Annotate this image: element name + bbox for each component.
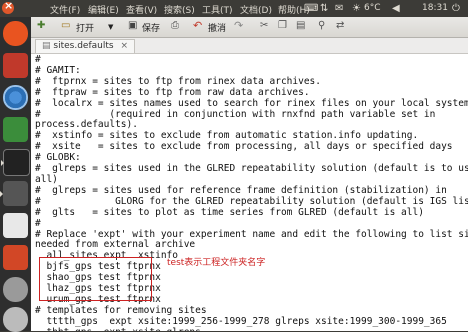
disc-icon[interactable] xyxy=(3,307,28,332)
replace-icon[interactable]: ⇄ xyxy=(336,20,344,31)
top-menu-bar: 文件(F) 编辑(E) 查看(V) 搜索(S) 工具(T) 文档(D) 帮助(H… xyxy=(0,0,468,17)
mail-icon[interactable]: ✉ xyxy=(335,3,343,14)
terminal-icon[interactable] xyxy=(1,149,30,176)
paste-icon[interactable]: ▤ xyxy=(296,20,305,31)
network-icon[interactable]: ⇅ xyxy=(320,3,328,14)
launcher xyxy=(0,17,31,332)
document-tab-bar: ▤ sites.defaults × xyxy=(31,38,468,54)
code-line[interactable]: thht_gps expt xsite glreps xyxy=(35,327,463,331)
files-icon[interactable] xyxy=(3,53,28,78)
volume-icon[interactable]: ◀ xyxy=(392,3,400,14)
weather-icon[interactable]: ☀ xyxy=(352,3,361,14)
code-line[interactable]: # xsite = sites to exclude from processi… xyxy=(35,141,463,153)
text-editor-area[interactable]: # # GAMIT: # ftprnx = sites to ftp from ri… xyxy=(31,54,468,331)
new-file-icon[interactable]: ✚ xyxy=(37,20,45,31)
settings-icon[interactable] xyxy=(3,277,28,302)
highlight-box xyxy=(39,257,152,301)
annotation-note: test表示工程文件夹名字 xyxy=(167,258,266,268)
keyboard-icon[interactable]: ⌨ xyxy=(304,3,318,14)
open-icon[interactable]: ▭ xyxy=(61,20,70,31)
code-line[interactable]: # glreps = sites used in the GLRED repea… xyxy=(35,163,468,175)
redo-icon[interactable]: ↷ xyxy=(234,19,243,32)
toolbar: ✚ ▭ 打开 ▼ ▣ 保存 ⎙ ↶ 撤消 ↷ ✂ ❐ ▤ ⚲ ⇄ xyxy=(31,17,468,38)
code-line[interactable]: # xyxy=(35,218,463,230)
open-dropdown-icon[interactable]: ▼ xyxy=(108,23,113,31)
weather-temperature[interactable]: 6°C xyxy=(364,3,381,13)
save-icon[interactable]: ▣ xyxy=(128,20,137,31)
copy-icon[interactable]: ❐ xyxy=(278,20,287,31)
ubuntu-dash-icon[interactable] xyxy=(3,21,28,46)
menu-view[interactable]: 查看(V) xyxy=(126,3,157,16)
app-icon[interactable] xyxy=(3,117,28,142)
open-button[interactable]: 打开 xyxy=(76,21,94,34)
clock[interactable]: 18:31 xyxy=(422,3,448,13)
browser-icon[interactable] xyxy=(3,85,28,110)
code-line[interactable]: # localrx = sites names used to search f… xyxy=(35,98,468,110)
code-line[interactable]: # ftpraw = sites to ftp from raw data ar… xyxy=(35,87,463,99)
menu-edit[interactable]: 编辑(E) xyxy=(88,3,119,16)
print-icon[interactable]: ⎙ xyxy=(171,20,179,31)
tab-sites-defaults[interactable]: ▤ sites.defaults × xyxy=(35,39,135,53)
text-editor-icon[interactable] xyxy=(0,181,28,206)
menu-tools[interactable]: 工具(T) xyxy=(202,3,233,16)
document-icon[interactable] xyxy=(3,213,28,238)
power-icon[interactable]: ⏻ xyxy=(452,3,460,14)
tab-title: sites.defaults xyxy=(53,41,114,51)
document-icon: ▤ xyxy=(42,41,51,51)
undo-button[interactable]: 撤消 xyxy=(208,21,226,34)
cut-icon[interactable]: ✂ xyxy=(260,20,268,31)
close-tab-icon[interactable]: × xyxy=(120,41,128,51)
menu-file[interactable]: 文件(F) xyxy=(50,3,80,16)
menu-documents[interactable]: 文档(D) xyxy=(240,3,272,16)
code-line[interactable]: # xyxy=(35,54,463,66)
undo-icon[interactable]: ↶ xyxy=(193,19,202,32)
code-line[interactable]: # glts = sites to plot as time series fr… xyxy=(35,207,463,219)
presentation-icon[interactable] xyxy=(3,245,28,270)
save-button[interactable]: 保存 xyxy=(142,21,160,34)
search-icon[interactable]: ⚲ xyxy=(318,20,325,31)
close-window-icon[interactable] xyxy=(2,0,14,14)
menu-search[interactable]: 搜索(S) xyxy=(164,3,195,16)
